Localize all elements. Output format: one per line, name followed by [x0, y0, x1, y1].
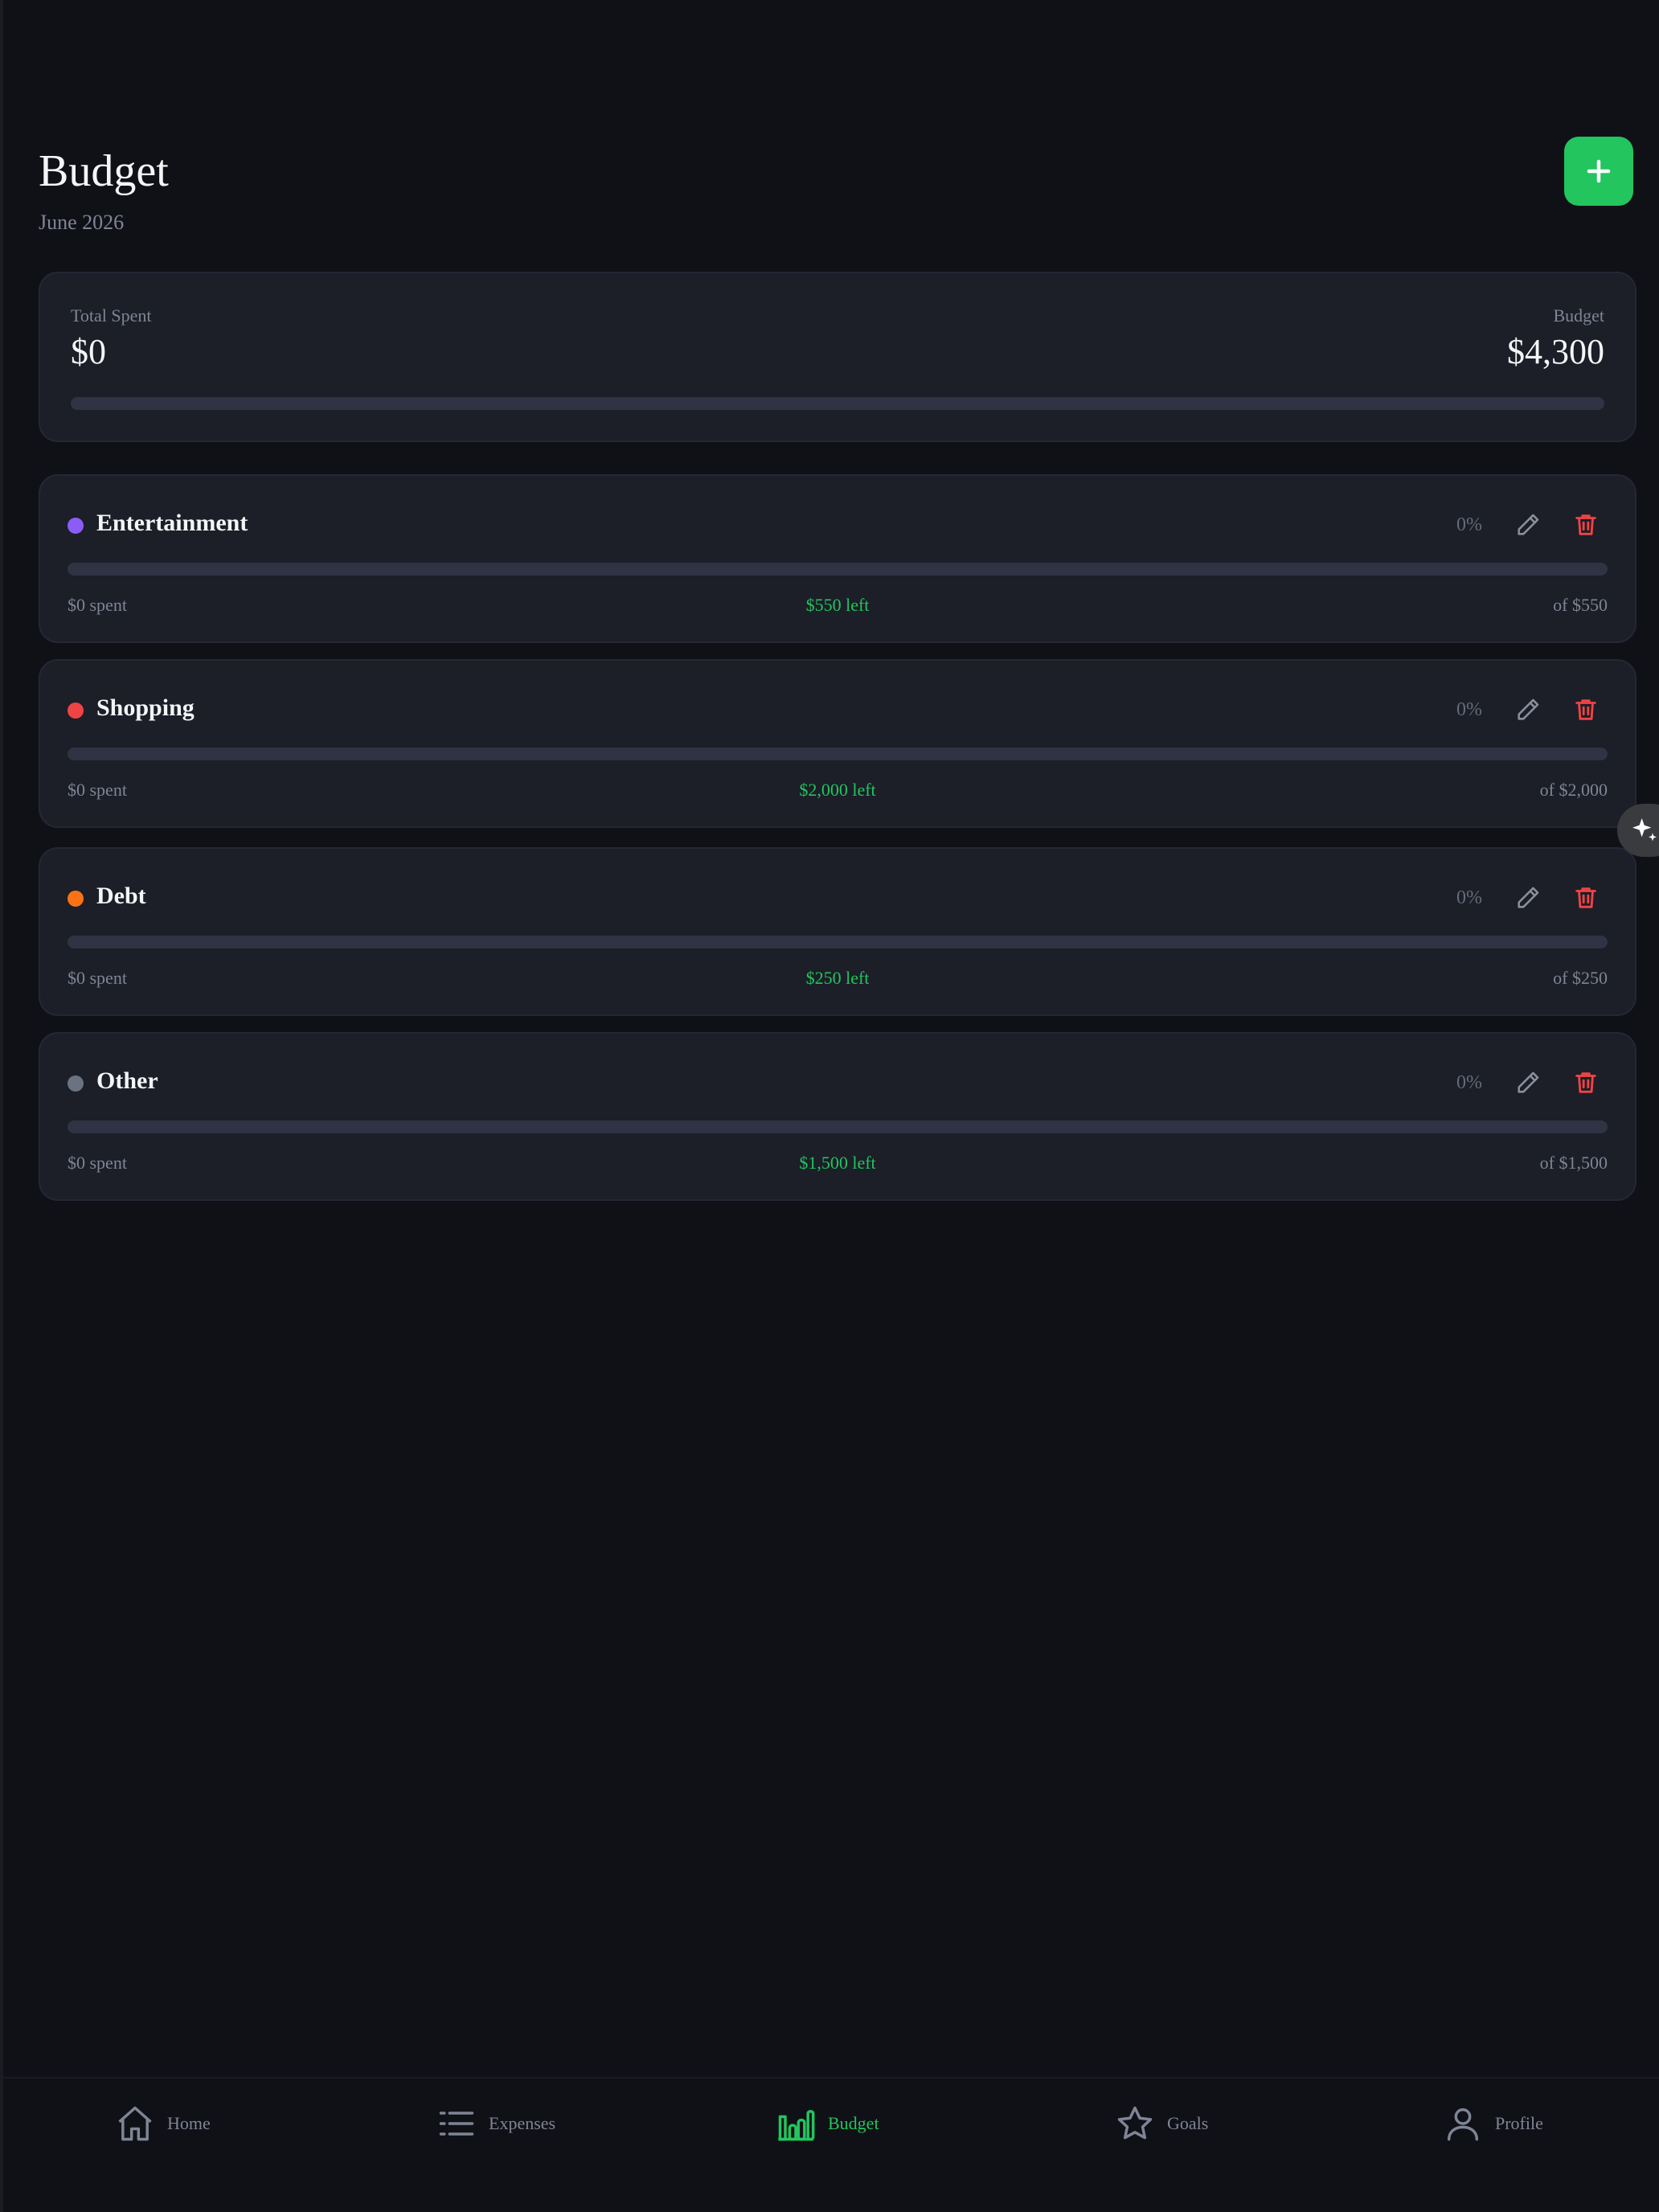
category-remaining: $1,500 left [799, 1153, 876, 1173]
nav-item-profile[interactable]: Profile [1442, 2099, 1543, 2148]
total-spent-value: $0 [71, 332, 106, 371]
total-budget-value: $4,300 [1507, 332, 1604, 371]
pencil-icon[interactable] [1514, 1069, 1542, 1096]
nav-item-goals[interactable]: Goals [1114, 2099, 1208, 2148]
add-budget-button[interactable] [1564, 137, 1633, 206]
category-progress-bar [68, 563, 1608, 576]
category-color-dot [68, 518, 84, 534]
total-spent-label: Total Spent [71, 305, 152, 326]
nav-item-home[interactable]: Home [114, 2099, 211, 2148]
category-percent: 0% [1456, 887, 1482, 908]
category-color-dot [68, 1075, 84, 1092]
total-budget-label: Budget [1553, 305, 1604, 326]
nav-item-budget[interactable]: Budget [775, 2099, 879, 2148]
total-progress-bar [71, 397, 1604, 410]
list-icon [439, 2112, 474, 2136]
user-icon [1447, 2108, 1479, 2141]
category-remaining: $250 left [805, 968, 870, 988]
plus-icon [1587, 159, 1611, 183]
page-title: Budget [39, 146, 169, 196]
category-progress-bar [68, 1120, 1608, 1133]
total-summary-card: Total Spent $0 Budget $4,300 [39, 272, 1636, 442]
category-limit: of $550 [1553, 595, 1608, 615]
nav-label-goals: Goals [1167, 2113, 1209, 2133]
bar-chart-icon [778, 2110, 815, 2141]
nav-item-expenses[interactable]: Expenses [436, 2099, 555, 2148]
category-limit: of $2,000 [1539, 780, 1608, 800]
category-limit: of $250 [1553, 968, 1608, 988]
category-card-debt: Debt 0% $0 spent $250 left of $250 [39, 847, 1636, 1016]
trash-icon[interactable] [1572, 884, 1600, 911]
category-progress-bar [68, 936, 1608, 948]
category-card-shopping: Shopping 0% $0 spent $2,000 left of $2,0… [39, 659, 1636, 828]
page-header: Budget June 2026 [39, 137, 1633, 248]
pencil-icon[interactable] [1514, 696, 1542, 723]
trash-icon[interactable] [1572, 696, 1600, 723]
category-remaining: $550 left [805, 595, 870, 615]
category-color-dot [68, 891, 84, 907]
star-icon [1117, 2106, 1153, 2140]
category-percent: 0% [1456, 699, 1482, 720]
page-subtitle: June 2026 [39, 211, 125, 234]
budget-screen: Budget June 2026 Total Spent $0 Budget $… [0, 0, 1659, 2212]
category-remaining: $2,000 left [799, 780, 876, 800]
nav-label-profile: Profile [1495, 2113, 1543, 2133]
trash-icon[interactable] [1572, 511, 1600, 539]
category-name: Other [96, 1067, 158, 1094]
nav-label-budget: Budget [828, 2113, 879, 2133]
nav-label-expenses: Expenses [489, 2113, 556, 2133]
category-color-dot [68, 703, 84, 719]
category-name: Shopping [96, 694, 195, 721]
category-name: Entertainment [96, 510, 248, 536]
category-name: Debt [96, 883, 146, 909]
category-limit: of $1,500 [1539, 1153, 1608, 1173]
home-icon [118, 2106, 152, 2141]
pencil-icon[interactable] [1514, 884, 1542, 911]
sparkle-icon [1632, 818, 1657, 842]
category-percent: 0% [1456, 514, 1482, 535]
nav-label-home: Home [167, 2113, 211, 2133]
bottom-nav: Home Expenses Budget Goals Profile [3, 2077, 1659, 2212]
pencil-icon[interactable] [1514, 511, 1542, 539]
category-card-entertainment: Entertainment 0% $0 spent $550 left of $… [39, 474, 1636, 643]
trash-icon[interactable] [1572, 1069, 1600, 1096]
category-card-other: Other 0% $0 spent $1,500 left of $1,500 [39, 1032, 1636, 1201]
category-percent: 0% [1456, 1072, 1482, 1093]
category-progress-bar [68, 748, 1608, 760]
